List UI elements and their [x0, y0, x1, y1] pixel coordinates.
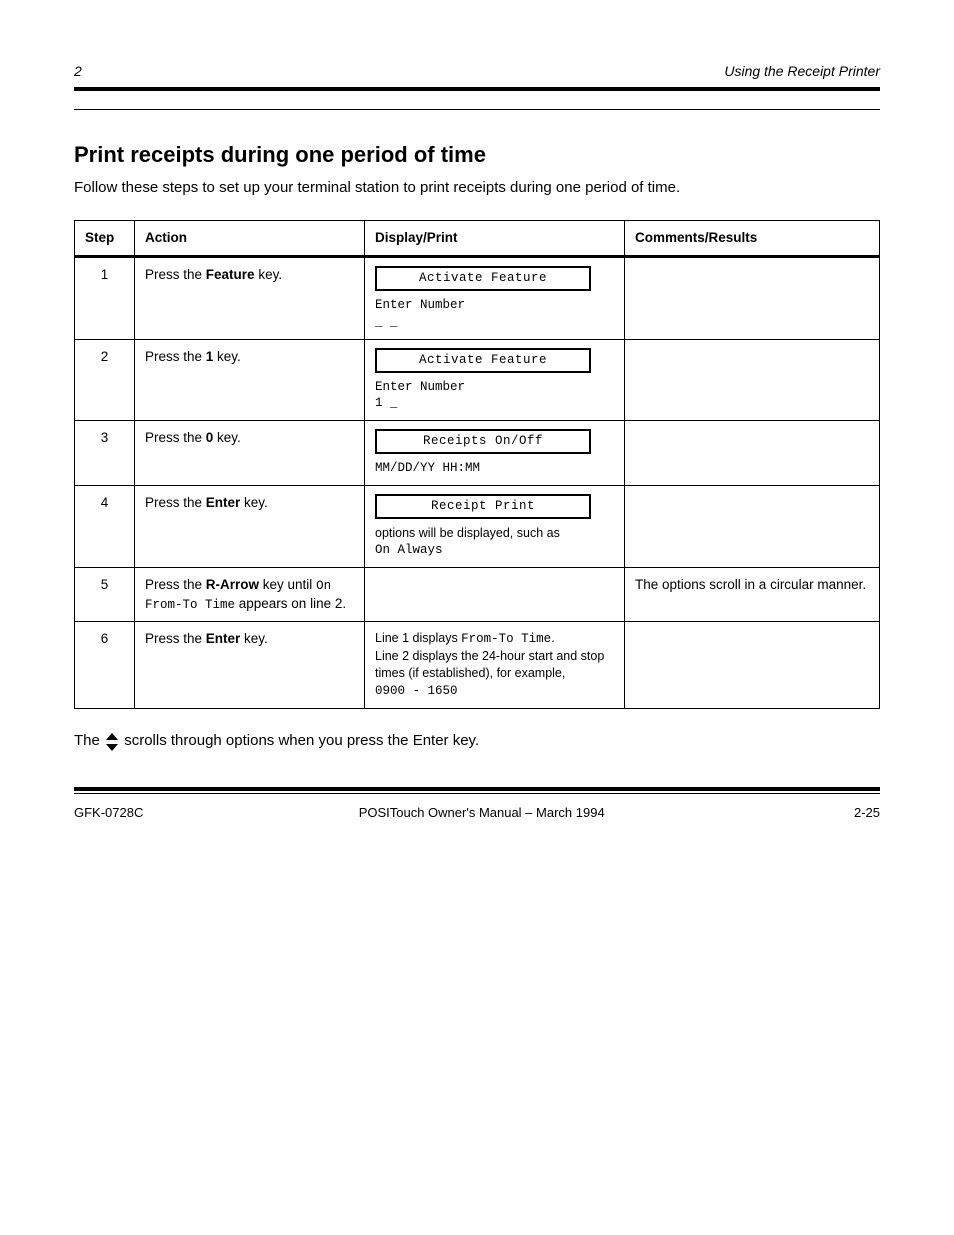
step-number: 1 — [75, 257, 135, 340]
step-comments: The options scroll in a circular manner. — [625, 567, 880, 622]
footer-title: POSITouch Owner's Manual – March 1994 — [143, 804, 820, 822]
display-text-line: Line 1 displays From-To Time. — [375, 630, 614, 648]
chapter-title: Using the Receipt Printer — [724, 62, 880, 81]
section-title: Print receipts during one period of time — [74, 140, 880, 170]
table-row: 1Press the Feature key. Activate Feature E… — [75, 257, 880, 340]
display-mono-line: 1 _ — [375, 395, 614, 412]
table-row: 5Press the R-Arrow key until On From-To … — [75, 567, 880, 622]
lcd-display: Receipts On/Off — [375, 429, 591, 454]
step-action: Press the Feature key. — [135, 257, 365, 340]
updown-arrow-icon — [106, 733, 118, 751]
display-mono-line: Enter Number — [375, 297, 614, 314]
steps-table: Step Action Display/Print Comments/Resul… — [74, 220, 880, 709]
table-row: 3Press the 0 key. Receipts On/Off MM/DD/YY… — [75, 421, 880, 486]
step-display — [365, 567, 625, 622]
header-rule-thin — [74, 109, 880, 110]
lcd-display: Receipt Print — [375, 494, 591, 519]
step-number: 6 — [75, 622, 135, 709]
step-action: Press the 1 key. — [135, 339, 365, 421]
step-action: Press the 0 key. — [135, 421, 365, 486]
note-text: The scrolls through options when you pre… — [74, 731, 880, 751]
step-number: 5 — [75, 567, 135, 622]
step-number: 3 — [75, 421, 135, 486]
col-comments: Comments/Results — [625, 220, 880, 256]
section-subtitle: Follow these steps to set up your termin… — [74, 178, 880, 198]
display-mono-line: Enter Number — [375, 379, 614, 396]
chapter-number: 2 — [74, 62, 82, 81]
step-comments — [625, 421, 880, 486]
step-number: 2 — [75, 339, 135, 421]
footer-docid: GFK-0728C — [74, 804, 143, 822]
col-display: Display/Print — [365, 220, 625, 256]
table-row: 4Press the Enter key. Receipt Print option… — [75, 486, 880, 568]
step-action: Press the R-Arrow key until On From-To T… — [135, 567, 365, 622]
footer-page: 2-25 — [820, 804, 880, 822]
display-caption: options will be displayed, such as — [375, 525, 614, 542]
step-comments — [625, 486, 880, 568]
display-text-line: Line 2 displays the 24-hour start and st… — [375, 648, 614, 682]
display-mono-line: _ _ — [375, 314, 614, 331]
step-number: 4 — [75, 486, 135, 568]
table-row: 6Press the Enter key.Line 1 displays Fro… — [75, 622, 880, 709]
col-step: Step — [75, 220, 135, 256]
footer-rule-thin — [74, 793, 880, 794]
lcd-display: Activate Feature — [375, 266, 591, 291]
step-comments — [625, 257, 880, 340]
step-display: Line 1 displays From-To Time.Line 2 disp… — [365, 622, 625, 709]
step-comments — [625, 339, 880, 421]
lcd-display: Activate Feature — [375, 348, 591, 373]
step-display: Receipts On/Off MM/DD/YY HH:MM — [365, 421, 625, 486]
step-display: Receipt Print options will be displayed, … — [365, 486, 625, 568]
table-row: 2Press the 1 key. Activate Feature Enter N… — [75, 339, 880, 421]
display-mono-line: On Always — [375, 542, 614, 559]
header-rule-thick — [74, 87, 880, 91]
step-action: Press the Enter key. — [135, 486, 365, 568]
table-header-row: Step Action Display/Print Comments/Resul… — [75, 220, 880, 256]
step-display: Activate Feature Enter Number_ _ — [365, 257, 625, 340]
display-mono-line: MM/DD/YY HH:MM — [375, 460, 614, 477]
step-comments — [625, 622, 880, 709]
step-action: Press the Enter key. — [135, 622, 365, 709]
display-text-line: 0900 - 1650 — [375, 682, 614, 700]
step-display: Activate Feature Enter Number1 _ — [365, 339, 625, 421]
col-action: Action — [135, 220, 365, 256]
footer-rule-thick — [74, 787, 880, 791]
